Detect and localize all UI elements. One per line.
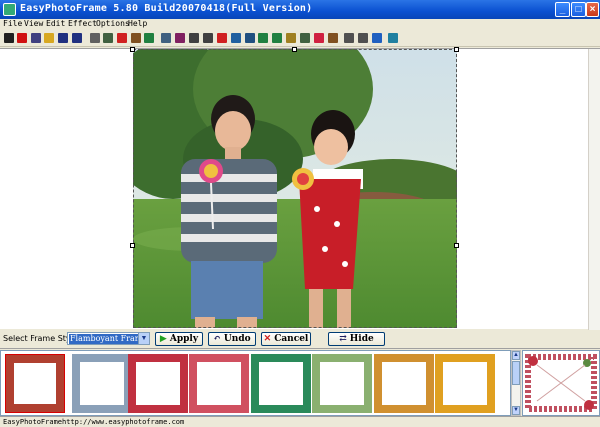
grid-icon[interactable] <box>203 33 213 43</box>
link-icon[interactable] <box>231 33 241 43</box>
frame-style-value: Flamboyant Frame (12 <box>69 334 139 344</box>
cube-icon[interactable] <box>372 33 382 43</box>
menu-help[interactable]: Help <box>128 19 147 28</box>
print-preview-icon[interactable] <box>344 33 354 43</box>
cancel-icon: ✕ <box>263 334 272 344</box>
menu-edit[interactable]: Edit <box>46 19 65 28</box>
apply-icon: ▶ <box>159 334 167 344</box>
frame-icon[interactable] <box>258 33 268 43</box>
flip-icon[interactable] <box>161 33 171 43</box>
frame-controls: Select Frame Style: Flamboyant Frame (12… <box>0 330 600 348</box>
scroll-thumb[interactable] <box>512 361 520 385</box>
frame-thumb-interior <box>320 362 364 405</box>
frame-thumb-2[interactable] <box>72 354 132 413</box>
stamp-icon[interactable] <box>245 33 255 43</box>
undo-icon[interactable] <box>31 33 41 43</box>
menu-options[interactable]: Options <box>96 19 130 28</box>
select-icon[interactable] <box>189 33 199 43</box>
chevron-down-icon[interactable]: ▼ <box>138 333 149 344</box>
scroll-down-icon[interactable]: ▼ <box>512 406 520 415</box>
frame-thumb-interior <box>259 362 303 405</box>
status-bar: EasyPhotoFrame http://www.easyphotoframe… <box>0 416 600 427</box>
cancel-button[interactable]: ✕ Cancel <box>261 332 311 346</box>
frame-thumb-5[interactable] <box>251 354 311 413</box>
canvas-scrollbar[interactable] <box>588 49 600 330</box>
menu-effect[interactable]: Effect <box>68 19 97 28</box>
resize-handle-left[interactable] <box>130 243 135 248</box>
frame-thumb-6[interactable] <box>312 354 372 413</box>
dropper-icon[interactable] <box>144 33 154 43</box>
apply-button[interactable]: ▶ Apply <box>155 332 203 346</box>
effect-icon[interactable] <box>300 33 310 43</box>
print-icon[interactable] <box>358 33 368 43</box>
record-icon[interactable] <box>117 33 127 43</box>
frame-thumb-7[interactable] <box>374 354 434 413</box>
save-icon[interactable] <box>58 33 68 43</box>
status-app-name: EasyPhotoFrame <box>3 418 63 426</box>
app-window: EasyPhotoFrame 5.80 Build20070418(Full V… <box>0 0 600 427</box>
undo-label: Undo <box>223 334 251 344</box>
pen-icon[interactable] <box>328 33 338 43</box>
frame-thumb-3[interactable] <box>128 354 188 413</box>
undo-button[interactable]: ↶ Undo <box>208 332 256 346</box>
apply-label: Apply <box>169 334 199 344</box>
close-button[interactable]: × <box>586 2 599 17</box>
frame-thumb-interior <box>80 362 124 405</box>
no-icon[interactable] <box>217 33 227 43</box>
maximize-button[interactable]: □ <box>571 2 586 17</box>
text-icon[interactable] <box>17 33 27 43</box>
rotate-icon[interactable] <box>175 33 185 43</box>
window-title: EasyPhotoFrame 5.80 Build20070418(Full V… <box>20 3 313 14</box>
frame-thumb-interior <box>382 362 426 405</box>
frame-thumb-interior <box>197 362 241 405</box>
frame-style-select[interactable]: Flamboyant Frame (12 ▼ <box>67 332 150 345</box>
landscape-icon[interactable] <box>272 33 282 43</box>
menu-bar: File View Edit Effect Options Help <box>0 19 600 31</box>
thumbnail-scrollbar[interactable]: ▲ ▼ <box>511 350 521 416</box>
export-icon[interactable] <box>388 33 398 43</box>
crop-icon[interactable] <box>103 33 113 43</box>
open-folder-icon[interactable] <box>44 33 54 43</box>
frame-thumb-4[interactable] <box>189 354 249 413</box>
resize-handle-top-left[interactable] <box>130 47 135 52</box>
save-as-icon[interactable] <box>72 33 82 43</box>
brush-icon[interactable] <box>131 33 141 43</box>
minimize-button[interactable]: _ <box>555 2 570 17</box>
book-icon[interactable] <box>286 33 296 43</box>
sun-icon[interactable] <box>314 33 324 43</box>
frame-strip: ▲ ▼ <box>0 348 600 416</box>
frame-preview <box>522 350 600 416</box>
pointer-icon[interactable] <box>4 33 14 43</box>
frame-thumb-interior <box>443 362 487 405</box>
toolbar <box>0 31 600 47</box>
menu-file[interactable]: File <box>3 19 22 28</box>
title-bar[interactable]: EasyPhotoFrame 5.80 Build20070418(Full V… <box>0 0 600 19</box>
resize-handle-top-right[interactable] <box>454 47 459 52</box>
undo-icon: ↶ <box>213 334 221 344</box>
frame-thumb-1[interactable] <box>5 354 65 413</box>
frame-thumb-interior <box>14 363 56 404</box>
frame-preview-image <box>523 351 599 415</box>
cancel-label: Cancel <box>274 334 309 344</box>
status-url[interactable]: http://www.easyphotoframe.com <box>62 418 184 426</box>
hide-button[interactable]: ⇄ Hide <box>328 332 385 346</box>
frame-thumb-interior <box>136 362 180 405</box>
resize-handle-top[interactable] <box>292 47 297 52</box>
resize-handle-right[interactable] <box>454 243 459 248</box>
photo-image[interactable] <box>133 49 457 328</box>
frame-thumb-8[interactable] <box>435 354 495 413</box>
frame-thumbnail-list <box>0 350 511 416</box>
app-icon <box>3 3 16 16</box>
hide-label: Hide <box>349 334 374 344</box>
copy-icon[interactable] <box>90 33 100 43</box>
scroll-up-icon[interactable]: ▲ <box>512 351 520 360</box>
menu-view[interactable]: View <box>24 19 43 28</box>
hide-icon: ⇄ <box>339 334 347 344</box>
canvas-area[interactable] <box>0 47 600 330</box>
